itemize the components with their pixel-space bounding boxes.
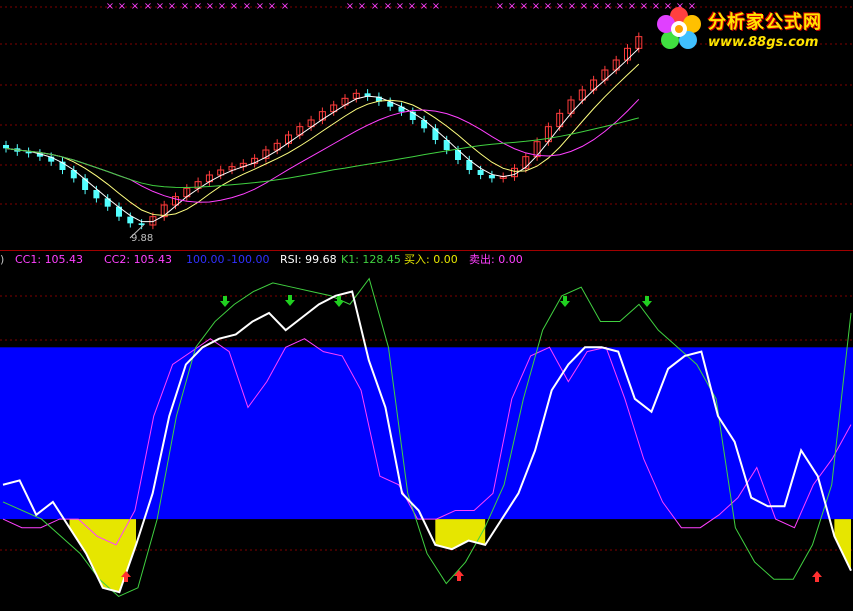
candle-body: [488, 175, 495, 179]
sell-arrow-icon: [642, 296, 652, 307]
x-marker-icon: ×: [118, 1, 126, 12]
x-marker-icon: ×: [520, 1, 528, 12]
header-prefix: ): [0, 253, 5, 266]
x-marker-icon: ×: [281, 1, 289, 12]
site-logo: 分析家公式网 www.88gs.com: [652, 2, 852, 54]
stock-chart[interactable]: × × × × × × × × × × × × × × × × × × × × × × × × × × × × × × × × × × × × × × × ×: [0, 0, 853, 611]
k1-value: K1: 128.45: [341, 253, 401, 266]
x-marker-icon: ×: [230, 1, 238, 12]
buy-arrow-icon: [454, 570, 464, 581]
x-marker-icon: ×: [106, 1, 114, 12]
sell-arrow-icon: [220, 296, 230, 307]
cc1-value: CC1: 105.43: [15, 253, 84, 266]
x-marker-icon: ×: [544, 1, 552, 12]
x-marker-icon: ×: [218, 1, 226, 12]
band-100-to-minus100: [0, 347, 853, 520]
x-marker-icon: ×: [556, 1, 564, 12]
cc2-value: CC2: 105.43: [104, 253, 173, 266]
candle-body: [127, 216, 134, 224]
x-marker-icon: ×: [384, 1, 392, 12]
buy-arrow-icon: [812, 571, 822, 582]
x-marker-icon: ×: [346, 1, 354, 12]
x-marker-icon: ×: [358, 1, 366, 12]
ma-long-line: [5, 117, 639, 188]
candle-body: [138, 223, 145, 225]
x-marker-icon: ×: [532, 1, 540, 12]
sell-value: 卖出: 0.00: [469, 253, 523, 266]
candle-body: [3, 145, 9, 149]
x-marker-icon: ×: [508, 1, 516, 12]
x-marker-icon: ×: [194, 1, 202, 12]
candle-body: [477, 170, 484, 175]
lower-level: -100.00: [227, 253, 270, 266]
sell-arrow-icon: [560, 296, 570, 307]
x-marker-icon: ×: [628, 1, 636, 12]
x-marker-icon: ×: [408, 1, 416, 12]
x-marker-icon: ×: [144, 1, 152, 12]
x-marker-icon: ×: [243, 1, 251, 12]
x-marker-icon: ×: [181, 1, 189, 12]
flower-logo-icon: [657, 7, 701, 49]
x-marker-icon: ×: [580, 1, 588, 12]
x-marker-icon: ×: [131, 1, 139, 12]
x-marker-icon: ×: [420, 1, 428, 12]
rsi-value: RSI: 99.68: [280, 253, 337, 266]
x-marker-icon: ×: [640, 1, 648, 12]
x-marker-icon: ×: [256, 1, 264, 12]
x-marker-icon: ×: [371, 1, 379, 12]
buy-value: 买入: 0.00: [404, 253, 458, 266]
indicator-panel[interactable]: [0, 277, 853, 597]
x-marker-icon: ×: [496, 1, 504, 12]
ma-fast-line: [5, 47, 640, 223]
oversold-fill: [834, 519, 851, 571]
price-panel[interactable]: × × × × × × × × × × × × × × × × × × × × × × × × × × × × × × × × × × × × × × × ×: [3, 1, 696, 239]
x-marker-icon: ×: [432, 1, 440, 12]
sell-arrow-icon: [285, 295, 295, 306]
x-marker-icon: ×: [206, 1, 214, 12]
x-marker-icon: ×: [604, 1, 612, 12]
x-marker-icon: ×: [268, 1, 276, 12]
low-price-label: 9.88: [131, 233, 154, 244]
logo-title: 分析家公式网: [708, 12, 822, 33]
x-marker-icon: ×: [156, 1, 164, 12]
x-marker-icon: ×: [396, 1, 404, 12]
x-marker-icon: ×: [592, 1, 600, 12]
logo-url: www.88gs.com: [708, 35, 819, 50]
x-marker-icon: ×: [168, 1, 176, 12]
x-marker-icon: ×: [568, 1, 576, 12]
upper-level: 100.00: [186, 253, 225, 266]
x-marker-icon: ×: [616, 1, 624, 12]
